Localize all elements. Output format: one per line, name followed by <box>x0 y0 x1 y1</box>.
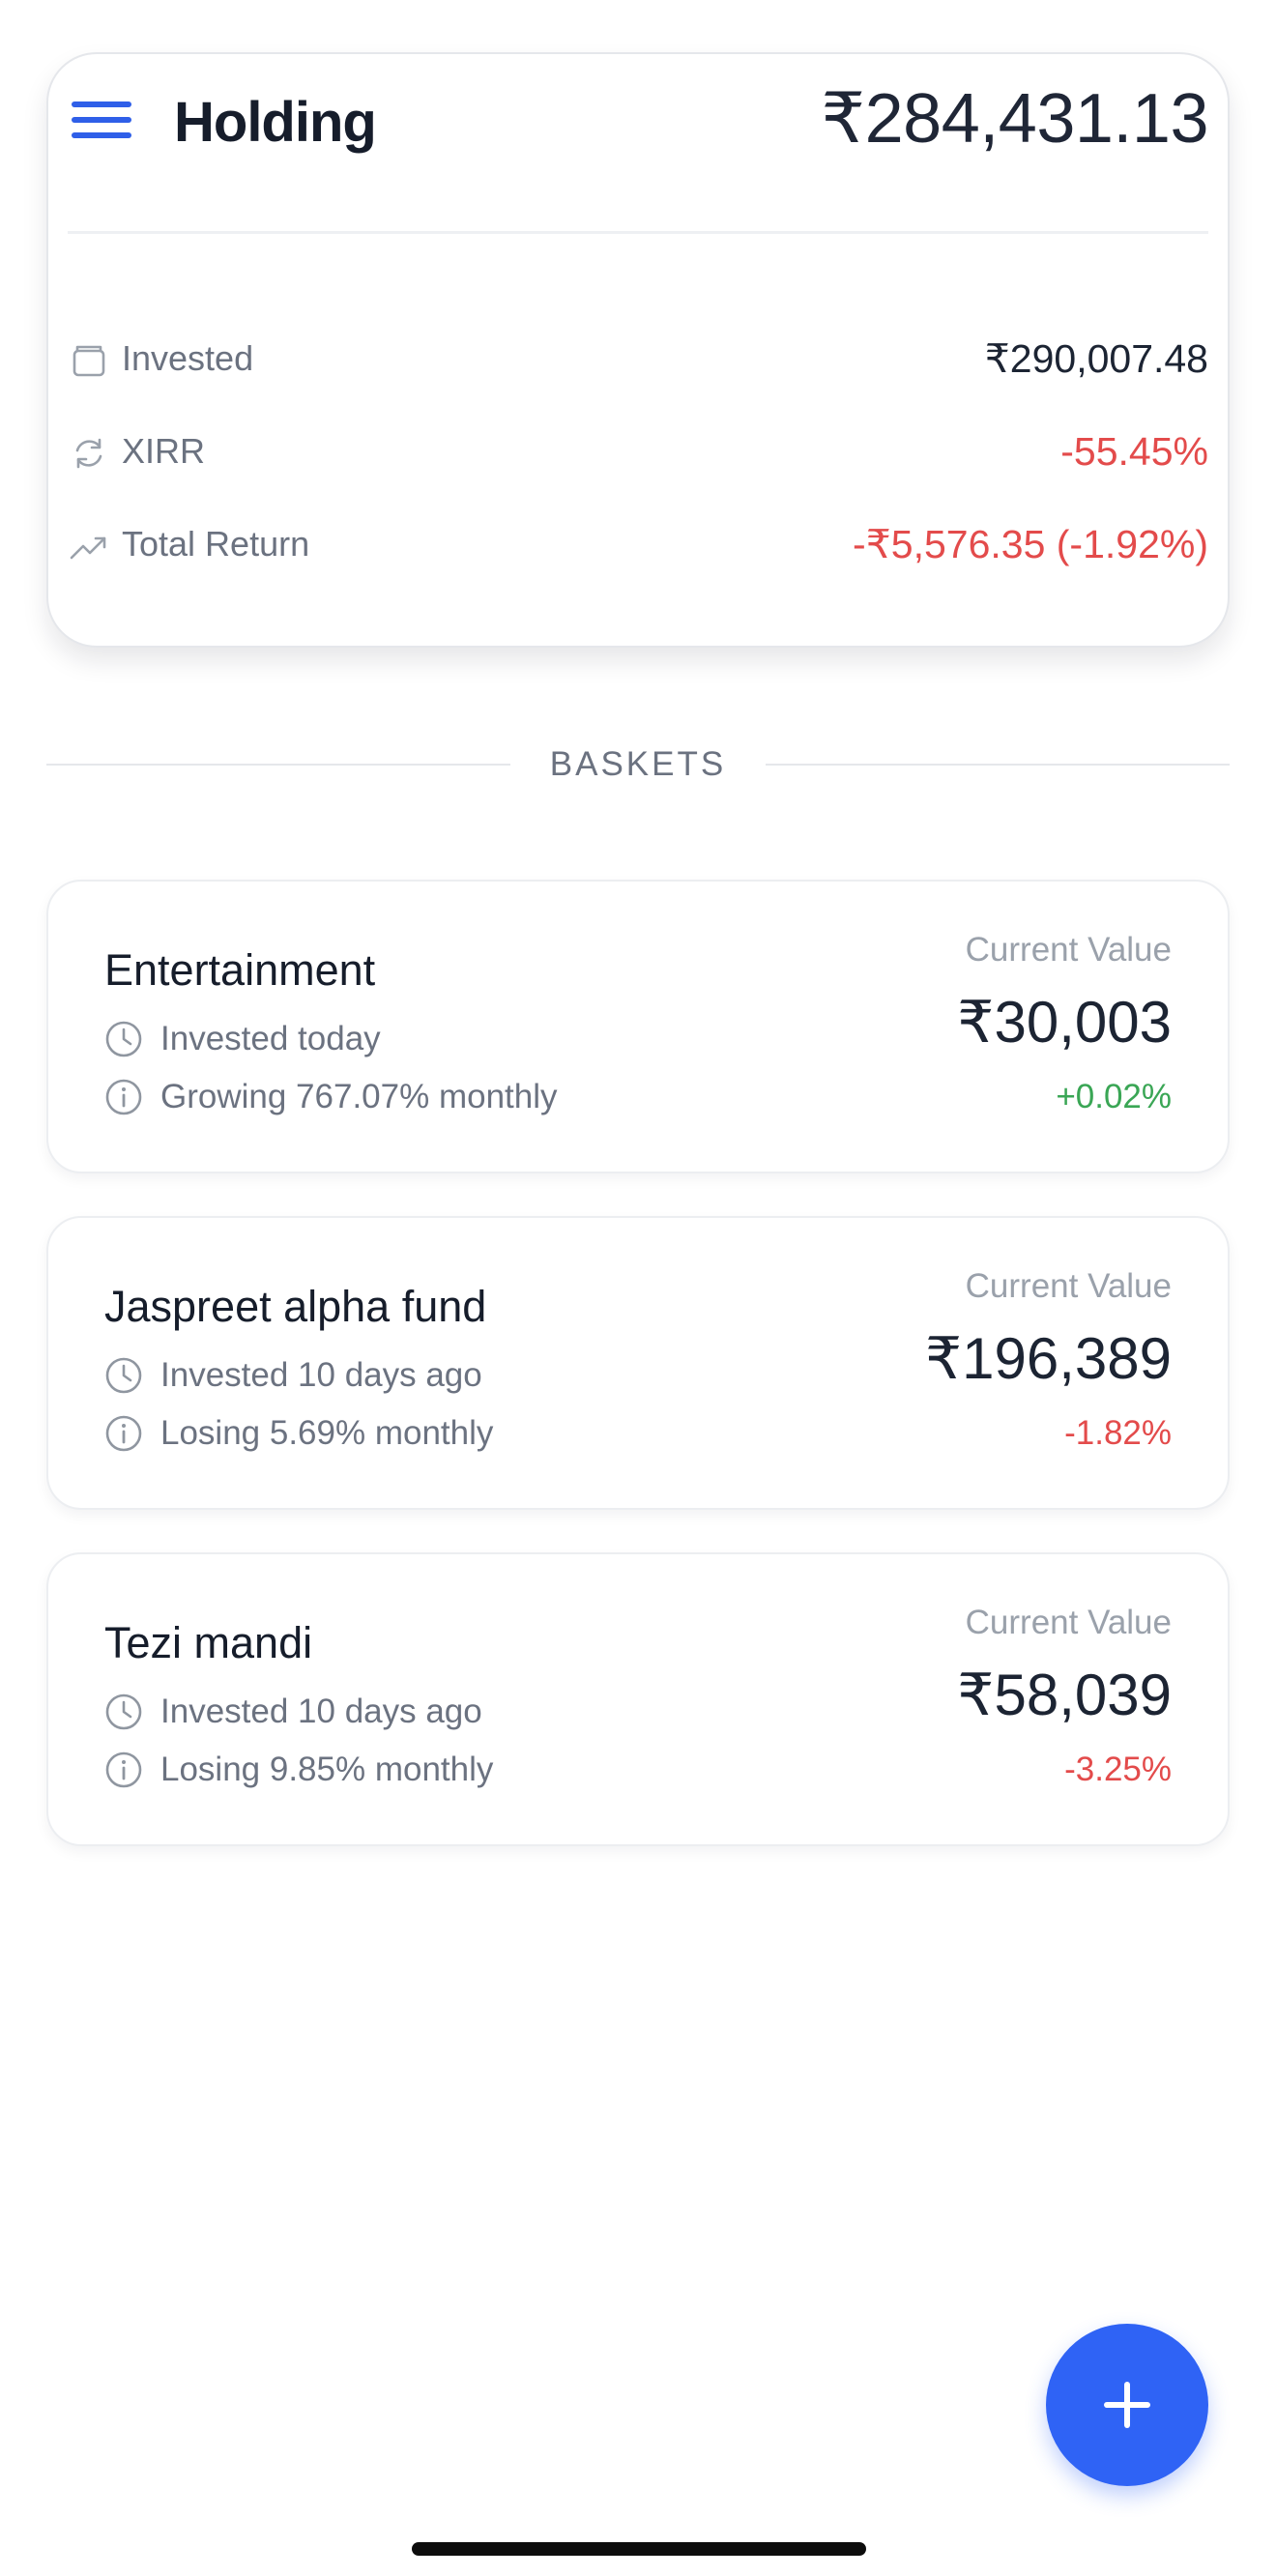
home-indicator[interactable] <box>412 2542 866 2556</box>
current-value: ₹58,039 <box>957 1663 1172 1727</box>
wallet-icon <box>72 345 105 377</box>
basket-name: Entertainment <box>104 945 376 995</box>
menu-icon[interactable] <box>72 94 133 148</box>
value-change: -3.25% <box>1064 1751 1172 1788</box>
info-icon <box>105 1415 142 1452</box>
total-return-label: Total Return <box>122 524 310 564</box>
invested-value: ₹290,007.48 <box>984 336 1208 381</box>
clock-icon <box>105 1693 142 1730</box>
basket-invested-text: Invested 10 days ago <box>160 1356 482 1394</box>
basket-card-jaspreet-alpha-fund[interactable]: Jaspreet alpha fund Invested 10 days ago… <box>46 1216 1230 1510</box>
basket-card-entertainment[interactable]: Entertainment Invested today Growing 767… <box>46 880 1230 1173</box>
total-return-value: -₹5,576.35 (-1.92%) <box>853 522 1208 566</box>
current-value-label: Current Value <box>965 1267 1172 1305</box>
xirr-value: -55.45% <box>1060 429 1208 474</box>
value-change: +0.02% <box>1056 1078 1172 1115</box>
baskets-divider-right <box>766 764 1230 766</box>
xirr-label: XIRR <box>122 431 206 471</box>
basket-name: Jaspreet alpha fund <box>104 1282 487 1331</box>
summary-divider <box>68 231 1208 234</box>
total-return-row: Total Return -₹5,576.35 (-1.92%) <box>68 516 1208 574</box>
current-value-label: Current Value <box>965 1604 1172 1641</box>
basket-invested-text: Invested today <box>160 1020 381 1057</box>
basket-growth-text: Losing 5.69% monthly <box>160 1414 494 1452</box>
trending-up-icon <box>70 536 106 560</box>
basket-invested-text: Invested 10 days ago <box>160 1693 482 1730</box>
basket-growth-text: Growing 767.07% monthly <box>160 1078 558 1115</box>
info-icon <box>105 1079 142 1115</box>
basket-card-tezi-mandi[interactable]: Tezi mandi Invested 10 days ago Losing 9… <box>46 1552 1230 1846</box>
xirr-row: XIRR -55.45% <box>68 423 1208 481</box>
basket-growth-text: Losing 9.85% monthly <box>160 1751 494 1788</box>
basket-name: Tezi mandi <box>104 1618 313 1667</box>
refresh-icon <box>75 438 102 469</box>
info-icon <box>105 1751 142 1788</box>
current-value: ₹30,003 <box>957 990 1172 1055</box>
clock-icon <box>105 1021 142 1057</box>
invested-row: Invested ₹290,007.48 <box>68 331 1208 389</box>
holding-title: Holding <box>174 91 377 154</box>
value-change: -1.82% <box>1064 1414 1172 1452</box>
clock-icon <box>105 1357 142 1394</box>
current-value-label: Current Value <box>965 931 1172 969</box>
current-value: ₹196,389 <box>924 1326 1172 1391</box>
invested-label: Invested <box>122 338 254 378</box>
holding-total-value: ₹284,431.13 <box>821 80 1208 158</box>
baskets-section-header: BASKETS <box>46 740 1230 789</box>
add-basket-button[interactable] <box>1046 2324 1208 2486</box>
